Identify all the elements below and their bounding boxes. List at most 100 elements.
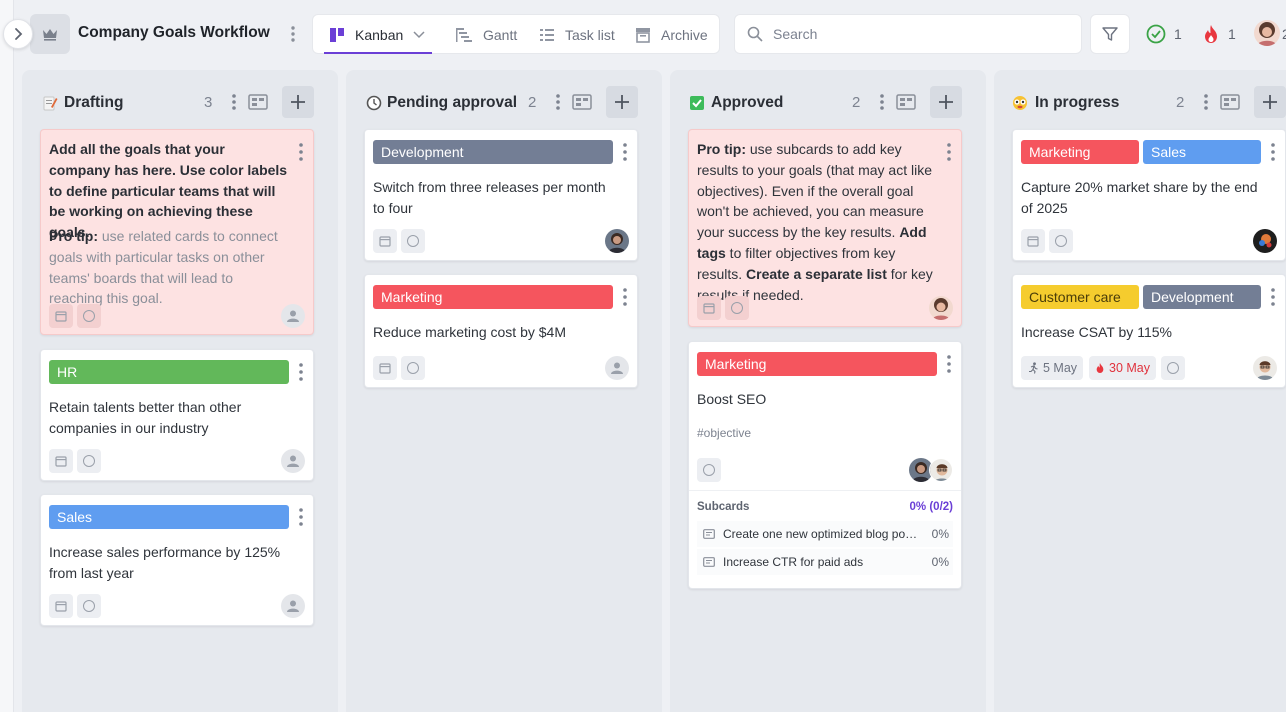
card-menu-icon[interactable] bbox=[945, 142, 953, 162]
card-hr-goal[interactable]: HR Retain talents better than other comp… bbox=[40, 349, 314, 481]
add-card-button[interactable] bbox=[1254, 86, 1286, 118]
label-hr: HR bbox=[49, 360, 289, 384]
due-date-chip[interactable] bbox=[373, 229, 397, 253]
search-input[interactable] bbox=[773, 26, 1073, 42]
card-menu-icon[interactable] bbox=[1269, 142, 1277, 162]
due-date-chip[interactable] bbox=[49, 304, 73, 328]
column-menu-icon[interactable] bbox=[553, 92, 563, 112]
check-box-icon bbox=[690, 96, 704, 110]
card-market-share[interactable]: Marketing Sales Capture 20% market share… bbox=[1012, 129, 1286, 261]
expand-sidebar-button[interactable] bbox=[3, 19, 33, 49]
tip-label: Pro tip: bbox=[697, 141, 746, 157]
add-card-button[interactable] bbox=[606, 86, 638, 118]
card-menu-icon[interactable] bbox=[297, 507, 305, 527]
card-tag[interactable]: #objective bbox=[697, 426, 751, 440]
column-layout-button[interactable] bbox=[247, 92, 269, 112]
status-chip[interactable] bbox=[401, 229, 425, 253]
card-menu-icon[interactable] bbox=[297, 142, 305, 162]
status-chip[interactable] bbox=[697, 458, 721, 482]
tab-task-list[interactable]: Task list bbox=[539, 15, 615, 55]
kanban-icon bbox=[330, 28, 344, 42]
tab-archive[interactable]: Archive bbox=[635, 15, 708, 55]
completed-count: 1 bbox=[1174, 26, 1182, 42]
add-card-button[interactable] bbox=[930, 86, 962, 118]
column-menu-icon[interactable] bbox=[1201, 92, 1211, 112]
face-emoji-icon bbox=[1013, 96, 1027, 110]
label-marketing: Marketing bbox=[697, 352, 937, 376]
column-layout-button[interactable] bbox=[1219, 92, 1241, 112]
due-date-chip[interactable]: 30 May bbox=[1089, 356, 1156, 380]
column-menu-icon[interactable] bbox=[229, 92, 239, 112]
urgent-stat[interactable]: 1 bbox=[1202, 22, 1236, 46]
card-dev-goal[interactable]: Development Switch from three releases p… bbox=[364, 129, 638, 261]
plus-icon bbox=[939, 95, 953, 109]
status-chip[interactable] bbox=[1161, 356, 1185, 380]
column-menu-icon[interactable] bbox=[877, 92, 887, 112]
due-date-chip[interactable] bbox=[49, 449, 73, 473]
completed-stat[interactable]: 1 bbox=[1146, 22, 1182, 46]
status-chip[interactable] bbox=[401, 356, 425, 380]
start-date-chip[interactable]: 5 May bbox=[1021, 356, 1084, 380]
card-marketing-cost[interactable]: Marketing Reduce marketing cost by $4M bbox=[364, 274, 638, 388]
chevron-down-icon bbox=[413, 31, 425, 39]
assignee-avatar[interactable] bbox=[1253, 229, 1277, 253]
subcard-row[interactable]: Increase CTR for paid ads 0% bbox=[697, 549, 953, 575]
assignee-avatar[interactable] bbox=[605, 229, 629, 253]
assignee-placeholder[interactable] bbox=[605, 356, 629, 380]
left-rail bbox=[0, 0, 14, 712]
column-header: Approved 2 bbox=[670, 84, 986, 120]
card-approved-tip[interactable]: Pro tip: use subcards to add key results… bbox=[688, 129, 962, 327]
tab-gantt[interactable]: Gantt bbox=[455, 15, 517, 55]
column-count: 2 bbox=[528, 94, 537, 111]
due-date-chip[interactable] bbox=[1021, 229, 1045, 253]
card-drafting-tip[interactable]: Add all the goals that your company has … bbox=[40, 129, 314, 335]
add-card-button[interactable] bbox=[282, 86, 314, 118]
urgent-count: 1 bbox=[1228, 26, 1236, 42]
status-chip[interactable] bbox=[77, 304, 101, 328]
assignee-placeholder[interactable] bbox=[281, 304, 305, 328]
filter-button[interactable] bbox=[1090, 14, 1130, 54]
user-avatar[interactable] bbox=[1254, 20, 1280, 46]
label-marketing: Marketing bbox=[1021, 140, 1139, 164]
subcard-row[interactable]: Create one new optimized blog pos... 0% bbox=[697, 521, 953, 547]
check-circle-icon bbox=[1146, 24, 1166, 44]
card-menu-icon[interactable] bbox=[621, 287, 629, 307]
card-title: Increase sales performance by 125% from … bbox=[49, 544, 281, 581]
card-boost-seo[interactable]: Marketing Boost SEO #objective Subcards … bbox=[688, 341, 962, 589]
assignee-placeholder[interactable] bbox=[281, 449, 305, 473]
running-person-icon bbox=[1029, 362, 1038, 374]
board-crown-icon[interactable] bbox=[30, 14, 70, 54]
subcards-section: Subcards 0% (0/2) Create one new optimiz… bbox=[689, 490, 961, 575]
calendar-icon bbox=[55, 311, 67, 322]
due-date-chip[interactable] bbox=[697, 296, 721, 320]
assignee-avatar-2[interactable] bbox=[929, 458, 953, 482]
card-menu-icon[interactable] bbox=[1269, 287, 1277, 307]
status-chip[interactable] bbox=[77, 594, 101, 618]
search-icon bbox=[747, 26, 763, 42]
card-sales-goal[interactable]: Sales Increase sales performance by 125%… bbox=[40, 494, 314, 626]
tip-label: Pro tip: bbox=[49, 228, 98, 244]
card-menu-icon[interactable] bbox=[945, 354, 953, 374]
column-layout-button[interactable] bbox=[895, 92, 917, 112]
status-circle-icon bbox=[83, 600, 95, 612]
board-menu-button[interactable] bbox=[284, 22, 302, 46]
due-date: 30 May bbox=[1109, 361, 1150, 375]
tab-kanban[interactable]: Kanban bbox=[329, 15, 425, 55]
card-menu-icon[interactable] bbox=[297, 362, 305, 382]
calendar-icon bbox=[1027, 236, 1039, 247]
grid-icon bbox=[1220, 94, 1240, 110]
card-csat[interactable]: Customer care Development Increase CSAT … bbox=[1012, 274, 1286, 388]
status-chip[interactable] bbox=[725, 296, 749, 320]
column-layout-button[interactable] bbox=[571, 92, 593, 112]
board-title: Company Goals Workflow bbox=[78, 24, 270, 41]
column-drafting: Drafting 3 Add all the goals that your c… bbox=[22, 70, 338, 712]
assignee-avatar[interactable] bbox=[929, 296, 953, 320]
assignee-placeholder[interactable] bbox=[281, 594, 305, 618]
assignee-avatar[interactable] bbox=[1253, 356, 1277, 380]
status-chip[interactable] bbox=[1049, 229, 1073, 253]
card-title: Switch from three releases per month to … bbox=[373, 179, 606, 216]
status-chip[interactable] bbox=[77, 449, 101, 473]
due-date-chip[interactable] bbox=[49, 594, 73, 618]
due-date-chip[interactable] bbox=[373, 356, 397, 380]
card-menu-icon[interactable] bbox=[621, 142, 629, 162]
